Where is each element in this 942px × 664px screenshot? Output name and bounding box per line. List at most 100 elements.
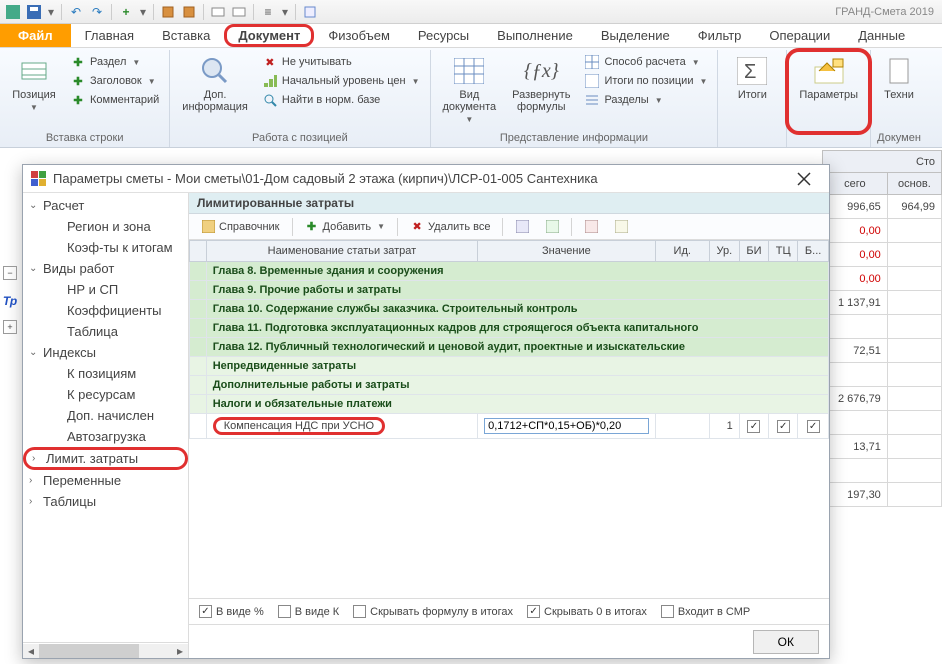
tech-button[interactable]: Техни — [877, 53, 921, 103]
table-row[interactable]: Глава 11. Подготовка эксплуатационных ка… — [190, 319, 829, 338]
delete-all-button[interactable]: ✖Удалить все — [404, 218, 496, 236]
table-row[interactable]: Налоги и обязательные платежи — [190, 395, 829, 414]
col-value[interactable]: Значение — [478, 241, 655, 262]
position-totals-button[interactable]: Итоги по позиции▼ — [580, 72, 711, 90]
scroll-thumb[interactable] — [39, 644, 139, 658]
expand-marker[interactable]: − — [3, 266, 17, 280]
col-id[interactable]: Ид. — [655, 241, 709, 262]
add-header-button[interactable]: ✚Заголовок▼ — [66, 72, 163, 90]
tab-selection[interactable]: Выделение — [587, 24, 684, 47]
hide-zero-checkbox[interactable]: ✓Скрывать 0 в итогах — [527, 605, 647, 618]
table-row[interactable]: Глава 12. Публичный технологический и це… — [190, 338, 829, 357]
plus-icon[interactable]: + — [117, 3, 135, 21]
col-b[interactable]: Б... — [798, 241, 829, 262]
table-row[interactable]: Глава 9. Прочие работы и затраты — [190, 281, 829, 300]
parameters-button[interactable]: Параметры — [793, 53, 864, 103]
tool-icon[interactable] — [180, 3, 198, 21]
table-row[interactable]: 72,51 — [823, 339, 942, 363]
table-row[interactable] — [823, 459, 942, 483]
table-row[interactable]: Глава 8. Временные здания и сооружения — [190, 262, 829, 281]
tab-data[interactable]: Данные — [844, 24, 919, 47]
tab-home[interactable]: Главная — [71, 24, 148, 47]
close-button[interactable] — [787, 167, 821, 191]
checkbox-icon[interactable]: ✓ — [777, 420, 790, 433]
tab-fizobjem[interactable]: Физобъем — [314, 24, 404, 47]
tree-item[interactable]: Коэф-ты к итогам — [23, 237, 188, 258]
tree-item[interactable]: Автозагрузка — [23, 426, 188, 447]
table-row[interactable]: 0,00 — [823, 243, 942, 267]
find-in-norm-button[interactable]: Найти в норм. базе — [258, 91, 424, 109]
formula-value-input[interactable] — [484, 418, 648, 434]
ignore-button[interactable]: ✖Не учитывать — [258, 53, 424, 71]
initial-price-level-button[interactable]: Начальный уровень цен▼ — [258, 72, 424, 90]
save-icon[interactable] — [25, 3, 43, 21]
in-smr-checkbox[interactable]: Входит в СМР — [661, 605, 750, 618]
tree-item[interactable]: ⌄Виды работ — [23, 258, 188, 279]
tool-button[interactable] — [608, 218, 634, 236]
tree-item[interactable]: ⌄Индексы — [23, 342, 188, 363]
add-button[interactable]: ✚Добавить▼ — [299, 218, 392, 236]
table-row[interactable]: 996,65964,99 — [823, 195, 942, 219]
table-row[interactable]: Компенсация НДС при УСНО1✓✓✓ — [190, 414, 829, 439]
checkbox-icon[interactable]: ✓ — [747, 420, 760, 433]
tree-item[interactable]: ›Таблицы — [23, 491, 188, 512]
add-comment-button[interactable]: ✚Комментарий — [66, 91, 163, 109]
col-tc[interactable]: ТЦ — [769, 241, 798, 262]
tool-button[interactable] — [509, 218, 535, 236]
col-ur[interactable]: Ур. — [709, 241, 739, 262]
expand-marker[interactable]: + — [3, 320, 17, 334]
table-row[interactable]: 2 676,79 — [823, 387, 942, 411]
position-button[interactable]: Позиция ▼ — [6, 53, 62, 114]
scroll-right-icon[interactable]: ▸ — [172, 644, 188, 658]
reference-button[interactable]: Справочник — [195, 218, 286, 236]
dropdown-icon[interactable]: ▾ — [46, 3, 56, 21]
tool-button[interactable] — [578, 218, 604, 236]
calc-method-button[interactable]: Способ расчета▼ — [580, 53, 711, 71]
tool-button[interactable] — [539, 218, 565, 236]
table-row[interactable]: 197,30 — [823, 483, 942, 507]
undo-icon[interactable]: ↶ — [67, 3, 85, 21]
tree-item[interactable]: НР и СП — [23, 279, 188, 300]
tree-item[interactable]: Коэффициенты — [23, 300, 188, 321]
table-row[interactable] — [823, 363, 942, 387]
table-row[interactable] — [823, 411, 942, 435]
table-row[interactable]: 0,00 — [823, 267, 942, 291]
horizontal-scrollbar[interactable]: ◂ ▸ — [23, 642, 188, 658]
tree-item[interactable]: ›Переменные — [23, 470, 188, 491]
export-icon[interactable] — [301, 3, 319, 21]
table-row[interactable]: 13,71 — [823, 435, 942, 459]
additional-info-button[interactable]: Доп. информация — [176, 53, 254, 115]
tab-filter[interactable]: Фильтр — [684, 24, 756, 47]
tab-execution[interactable]: Выполнение — [483, 24, 587, 47]
dropdown-icon[interactable]: ▾ — [280, 3, 290, 21]
tree-item[interactable]: Регион и зона — [23, 216, 188, 237]
scroll-track[interactable] — [39, 644, 172, 658]
tree-item[interactable]: К позициям — [23, 363, 188, 384]
document-view-button[interactable]: Вид документа ▼ — [437, 53, 503, 126]
table-row[interactable]: Непредвиденные затраты — [190, 357, 829, 376]
tool-icon[interactable] — [230, 3, 248, 21]
tab-insert[interactable]: Вставка — [148, 24, 224, 47]
hide-formula-checkbox[interactable]: Скрывать формулу в итогах — [353, 605, 513, 618]
tool-icon[interactable] — [159, 3, 177, 21]
dialog-titlebar[interactable]: Параметры сметы - Мои сметы\01-Дом садов… — [23, 165, 829, 193]
table-row[interactable]: Глава 10. Содержание службы заказчика. С… — [190, 300, 829, 319]
tab-resources[interactable]: Ресурсы — [404, 24, 483, 47]
percent-view-checkbox[interactable]: ✓В виде % — [199, 605, 264, 618]
coef-view-checkbox[interactable]: В виде К — [278, 605, 339, 618]
totals-button[interactable]: Σ Итоги — [724, 53, 780, 103]
table-row[interactable] — [823, 315, 942, 339]
add-section-button[interactable]: ✚Раздел▼ — [66, 53, 163, 71]
list-icon[interactable]: ≡ — [259, 3, 277, 21]
tab-document[interactable]: Документ — [224, 24, 314, 47]
table-row[interactable]: Дополнительные работы и затраты — [190, 376, 829, 395]
expand-formulas-button[interactable]: {ƒx} Развернуть формулы — [506, 53, 576, 115]
redo-icon[interactable]: ↷ — [88, 3, 106, 21]
checkbox-icon[interactable]: ✓ — [807, 420, 820, 433]
tree-item[interactable]: Таблица — [23, 321, 188, 342]
tree-item[interactable]: К ресурсам — [23, 384, 188, 405]
ok-button[interactable]: ОК — [753, 630, 819, 654]
dropdown-icon[interactable]: ▾ — [138, 3, 148, 21]
scroll-left-icon[interactable]: ◂ — [23, 644, 39, 658]
tab-file[interactable]: Файл — [0, 24, 71, 47]
